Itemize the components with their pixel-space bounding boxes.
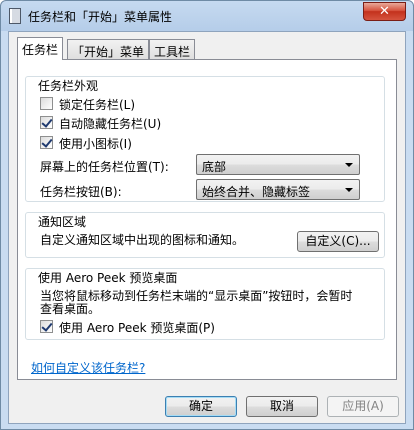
group-title: 通知区域	[38, 215, 87, 229]
chevron-down-icon	[345, 188, 353, 192]
buttons-value: 始终合并、隐藏标签	[202, 185, 311, 199]
dialog-panel: 任务栏 「开始」菜单 工具栏 任务栏外观 锁定任务栏(L) 自动隐藏任务栏(U)…	[8, 31, 406, 424]
aero-peek-group: 使用 Aero Peek 预览桌面 当您将鼠标移动到任务栏末端的“显示桌面”按钮…	[25, 268, 385, 340]
buttons-label: 任务栏按钮(B):	[40, 185, 122, 199]
chevron-down-icon	[345, 163, 353, 167]
aero-peek-checkbox[interactable]	[40, 320, 53, 333]
small-icons-checkbox[interactable]	[40, 136, 53, 149]
group-title: 使用 Aero Peek 预览桌面	[38, 271, 178, 285]
notification-description: 自定义通知区域中出现的图标和通知。	[40, 233, 245, 247]
close-button[interactable]: ✕	[363, 2, 406, 21]
tab-toolbars[interactable]: 工具栏	[149, 39, 196, 59]
location-value: 底部	[202, 160, 227, 174]
small-icons-label: 使用小图标(I)	[59, 137, 132, 151]
aero-peek-label: 使用 Aero Peek 预览桌面(P)	[59, 321, 215, 335]
customize-button[interactable]: 自定义(C)...	[297, 231, 379, 252]
location-select[interactable]: 底部	[196, 154, 360, 175]
group-title: 任务栏外观	[38, 79, 99, 93]
buttons-select[interactable]: 始终合并、隐藏标签	[196, 179, 360, 200]
taskbar-appearance-group: 任务栏外观 锁定任务栏(L) 自动隐藏任务栏(U) 使用小图标(I) 屏幕上的任…	[25, 76, 385, 202]
location-label: 屏幕上的任务栏位置(T):	[40, 160, 169, 174]
title-bar[interactable]: 任务栏和「开始」菜单属性 ✕	[1, 1, 413, 31]
properties-window: 任务栏和「开始」菜单属性 ✕ 任务栏 「开始」菜单 工具栏 任务栏外观 锁定任务…	[0, 0, 414, 430]
notification-area-group: 通知区域 自定义通知区域中出现的图标和通知。 自定义(C)...	[25, 212, 385, 258]
cancel-button[interactable]: 取消	[246, 396, 318, 417]
autohide-checkbox[interactable]	[40, 116, 53, 129]
lock-taskbar-label: 锁定任务栏(L)	[59, 98, 136, 112]
window-title: 任务栏和「开始」菜单属性	[28, 10, 173, 24]
autohide-label: 自动隐藏任务栏(U)	[59, 117, 162, 131]
taskbar-app-icon	[9, 8, 21, 24]
ok-button[interactable]: 确定	[165, 396, 237, 417]
lock-taskbar-checkbox[interactable]	[40, 97, 53, 110]
tab-taskbar[interactable]: 任务栏	[17, 37, 64, 60]
tab-start-menu[interactable]: 「开始」菜单	[67, 39, 150, 59]
aero-peek-description: 查看桌面。	[40, 302, 101, 316]
help-link[interactable]: 如何自定义该任务栏?	[31, 359, 145, 376]
apply-button[interactable]: 应用(A)	[327, 396, 399, 417]
